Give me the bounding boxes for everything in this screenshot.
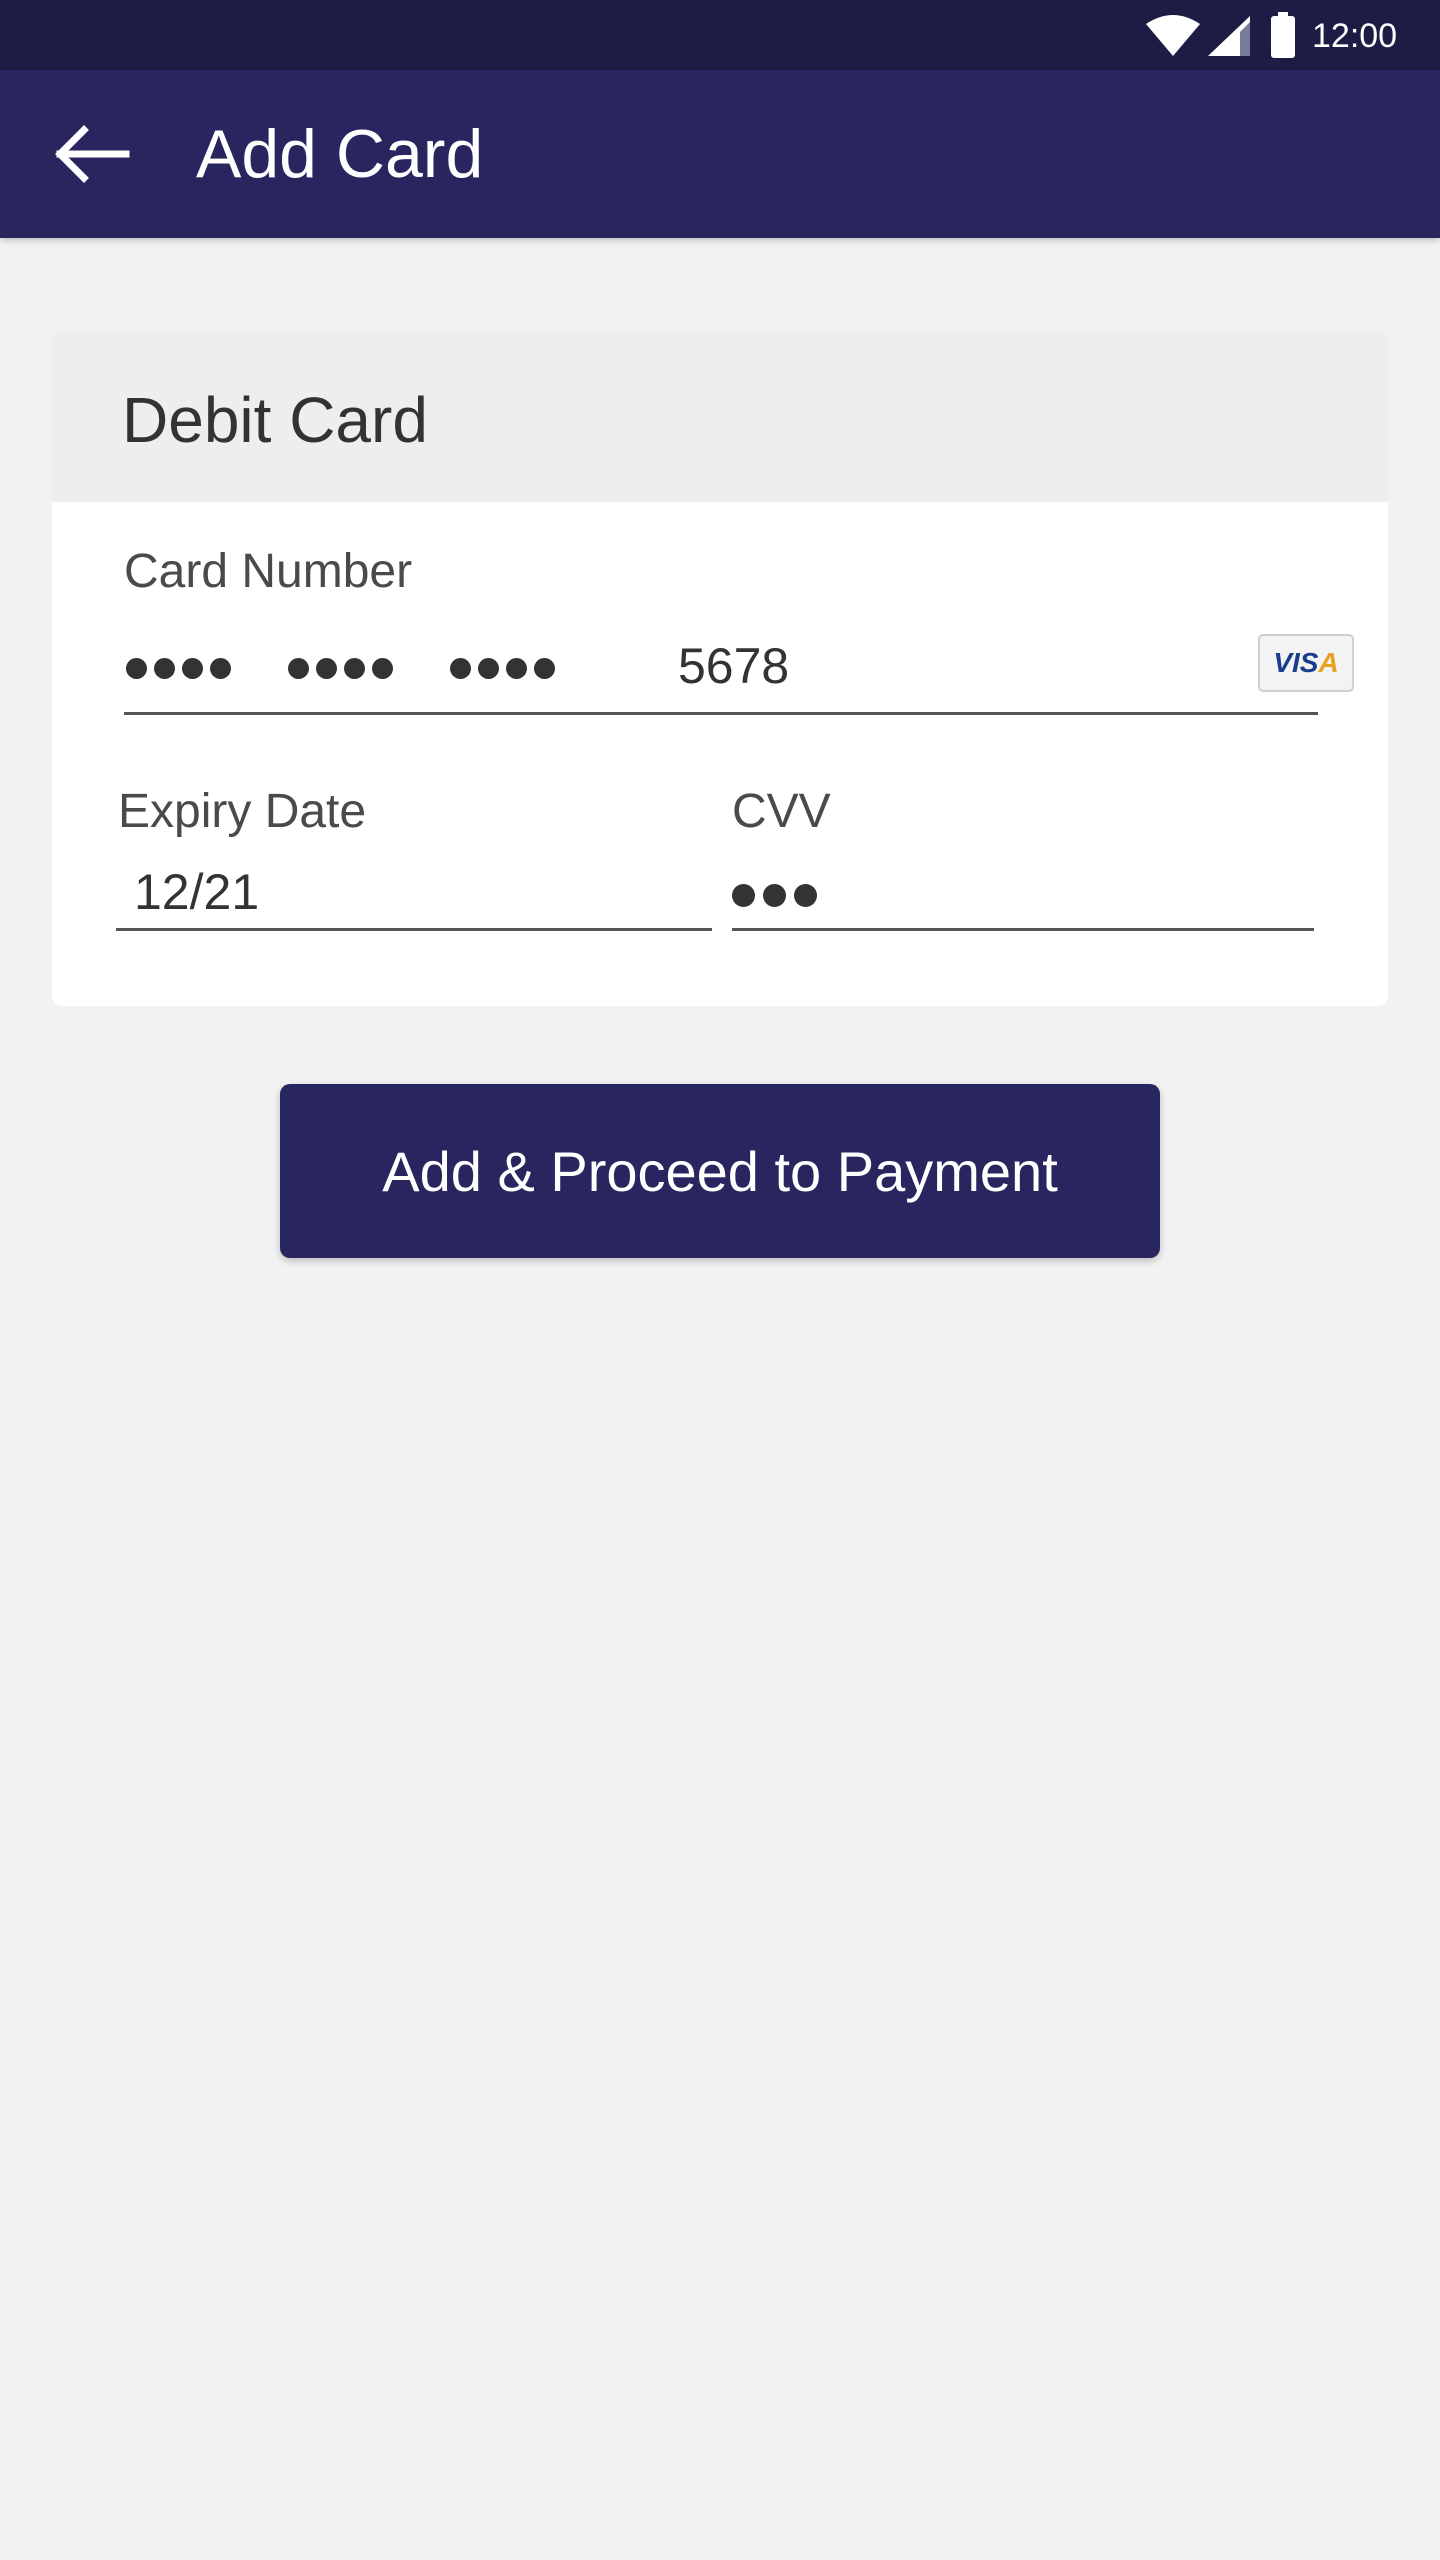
debit-card-form: Debit Card Card Number 5678 VIS A Expiry …	[52, 330, 1388, 1006]
wifi-icon	[1146, 15, 1200, 56]
battery-icon	[1271, 12, 1295, 58]
add-and-proceed-button[interactable]: Add & Proceed to Payment	[280, 1084, 1160, 1258]
expiry-date-label: Expiry Date	[118, 785, 367, 838]
page-title: Add Card	[196, 116, 484, 192]
masked-digits-group	[288, 650, 393, 686]
card-number-field[interactable]: 5678 VIS A	[124, 620, 1354, 715]
card-number-label: Card Number	[124, 545, 413, 598]
status-clock: 12:00	[1312, 17, 1398, 55]
cell-signal-icon	[1208, 16, 1250, 56]
back-button[interactable]	[48, 118, 138, 190]
masked-digits-group	[450, 650, 555, 686]
visa-card-brand-icon: VIS A	[1258, 634, 1354, 692]
cvv-masked-value	[732, 880, 817, 910]
masked-digits-group	[126, 650, 231, 686]
status-bar: 12:00	[0, 0, 1440, 70]
cvv-field[interactable]	[732, 858, 1314, 931]
cvv-label: CVV	[732, 785, 831, 838]
expiry-date-value: 12/21	[134, 864, 260, 920]
card-section-title: Debit Card	[122, 384, 428, 456]
card-section-header: Debit Card	[52, 330, 1388, 502]
expiry-date-field[interactable]: 12/21	[116, 858, 712, 931]
app-bar: Add Card	[0, 70, 1440, 238]
arrow-left-icon	[55, 125, 130, 183]
card-last-four: 5678	[678, 638, 790, 694]
